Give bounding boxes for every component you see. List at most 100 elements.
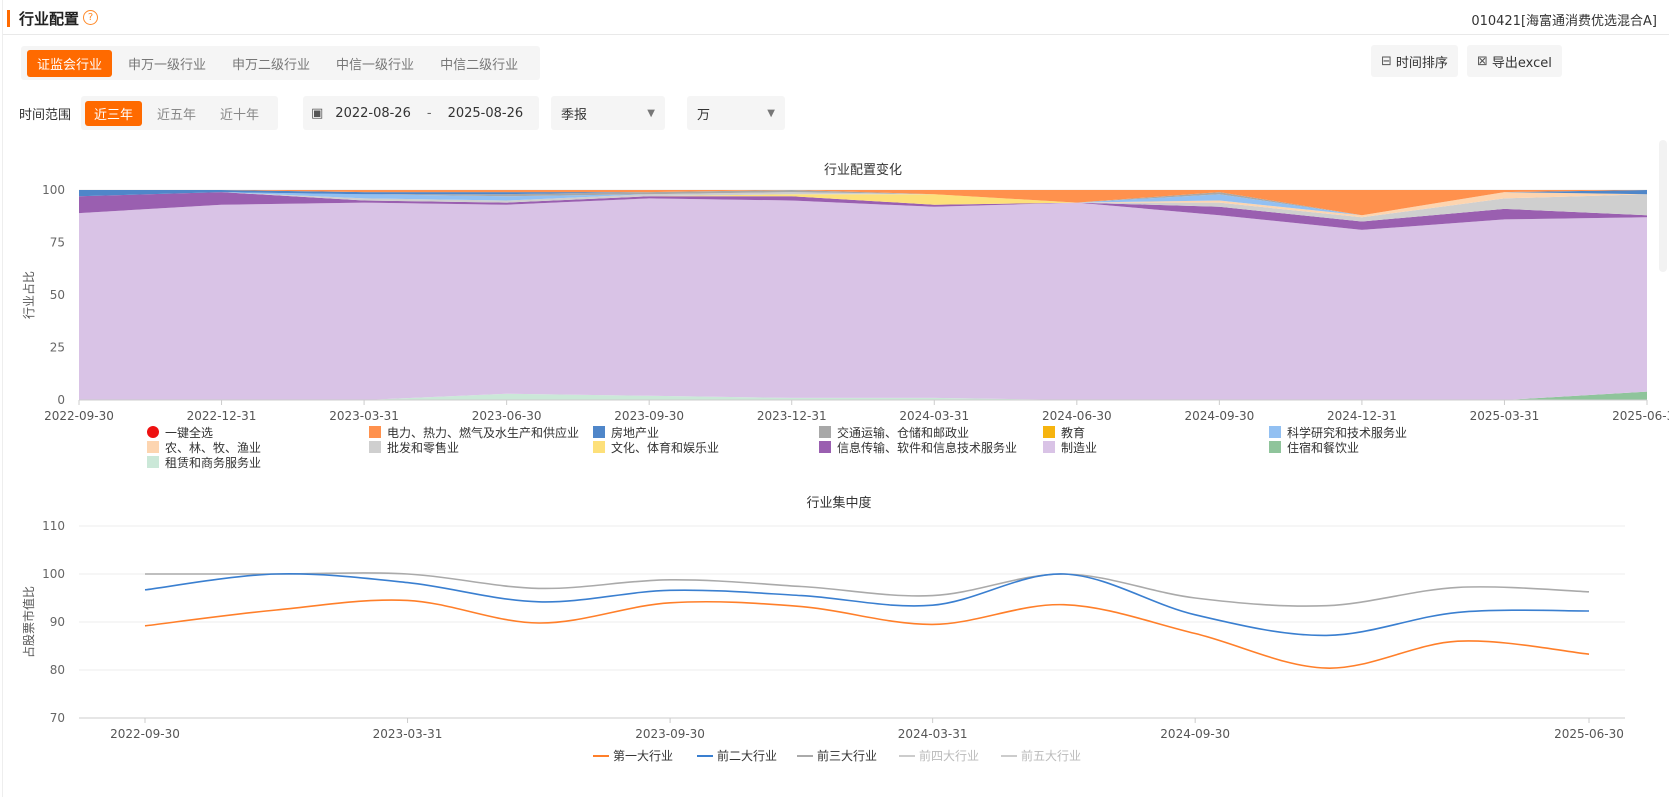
period-select[interactable]: 季报 ▼ [551, 96, 665, 130]
range-10y[interactable]: 近十年 [211, 101, 268, 126]
area-xtick-label: 2024-06-30 [1042, 409, 1112, 423]
area-xtick-label: 2023-09-30 [614, 409, 684, 423]
area-xtick-label: 2024-12-31 [1327, 409, 1397, 423]
line-xtick-label: 2025-06-30 [1554, 727, 1624, 741]
date-start[interactable]: 2022-08-26 [335, 106, 411, 121]
date-end[interactable]: 2025-08-26 [448, 106, 524, 121]
area-chart-title: 行业配置变化 [824, 162, 902, 178]
export-excel-button[interactable]: ⊠ 导出excel [1467, 45, 1562, 77]
tab-citic-level1[interactable]: 中信一级行业 [326, 50, 424, 77]
area-legend-swatch [147, 456, 159, 468]
sort-by-time-button[interactable]: ⊟ 时间排序 [1371, 45, 1458, 77]
area-ytick-label: 0 [57, 393, 65, 407]
line-xtick-label: 2024-03-31 [898, 727, 968, 741]
industry-allocation-panel: 行业配置 ? 010421[海富通消费优选混合A] 证监会行业 申万一级行业 申… [2, 0, 1669, 797]
area-legend-label: 电力、热力、燃气及水生产和供应业 [387, 425, 579, 440]
period-value: 季报 [561, 107, 588, 123]
line-ytick-label: 110 [42, 519, 65, 533]
chevron-down-icon: ▼ [647, 107, 655, 119]
industry-allocation-area-chart: 行业配置变化行业占比 0 25 50 75 100 2022-09-30 2022-12-31… [21, 162, 1669, 470]
panel-header: 行业配置 ? 010421[海富通消费优选混合A] [3, 0, 1669, 35]
header-accent-bar [7, 10, 10, 27]
industry-concentration-line-chart: 行业集中度占股票市值比 70 80 90 100 110 2022-09-30 2023-03… [21, 495, 1625, 763]
chevron-down-icon: ▼ [767, 107, 775, 119]
area-xtick-label: 2024-09-30 [1184, 409, 1254, 423]
time-range-label: 时间范围 [19, 107, 72, 123]
area-legend-label: 房地产业 [611, 425, 659, 440]
line-series-前二大行业 [144, 573, 1590, 637]
time-range-options: 近三年 近五年 近十年 [81, 96, 279, 130]
date-range-picker[interactable]: ▣ 2022-08-26 - 2025-08-26 [303, 96, 539, 130]
export-excel-label: 导出excel [1491, 55, 1552, 71]
area-ytick-label: 75 [50, 236, 65, 250]
area-legend-label: 租赁和商务服务业 [165, 455, 261, 470]
area-xtick-label: 2023-06-30 [472, 409, 542, 423]
line-xtick-label: 2022-09-30 [110, 727, 180, 741]
range-3y[interactable]: 近三年 [85, 100, 143, 126]
range-5y[interactable]: 近五年 [148, 101, 205, 126]
sort-by-time-label: 时间排序 [1395, 55, 1448, 71]
area-legend-label: 文化、体育和娱乐业 [611, 440, 719, 455]
unit-value: 万 [697, 107, 711, 123]
area-legend-swatch [819, 426, 831, 438]
area-xtick-label: 2025-06-30 [1612, 409, 1669, 423]
line-chart-ylabel: 占股票市值比 [21, 586, 36, 658]
tab-csrc-industry[interactable]: 证监会行业 [27, 49, 113, 77]
area-ytick-label: 50 [50, 288, 65, 302]
area-legend-swatch [593, 426, 605, 438]
tab-citic-level2[interactable]: 中信二级行业 [430, 50, 528, 77]
area-legend-label: 科学研究和技术服务业 [1287, 425, 1407, 440]
area-ytick-label: 100 [42, 183, 65, 197]
line-xtick-label: 2023-09-30 [635, 727, 705, 741]
area-legend-label: 教育 [1061, 425, 1085, 440]
area-legend-swatch [1043, 441, 1055, 453]
area-legend-label: 交通运输、仓储和邮政业 [837, 425, 969, 440]
area-legend-swatch [369, 441, 381, 453]
area-legend-swatch [819, 441, 831, 453]
panel-title: 行业配置 [19, 10, 80, 28]
area-chart-ylabel: 行业占比 [21, 271, 36, 319]
help-icon[interactable]: ? [83, 10, 98, 25]
line-legend-label: 前五大行业 [1021, 748, 1081, 763]
line-legend-label: 前三大行业 [817, 748, 877, 763]
line-ytick-label: 80 [50, 663, 65, 677]
tab-sw-level1[interactable]: 申万一级行业 [118, 50, 216, 77]
calendar-icon: ▣ [311, 105, 324, 121]
excel-icon: ⊠ [1477, 53, 1488, 69]
area-series-制造业 [79, 198, 1647, 400]
area-xtick-label: 2023-12-31 [757, 409, 827, 423]
time-range-filter: 时间范围 近三年 近五年 近十年 [19, 96, 279, 130]
area-legend-label: 住宿和餐饮业 [1287, 440, 1359, 455]
line-legend-label: 第一大行业 [613, 749, 673, 763]
unit-select[interactable]: 万 ▼ [687, 96, 785, 130]
line-ytick-label: 100 [42, 567, 65, 581]
area-legend-label: 农、林、牧、渔业 [165, 441, 261, 455]
sort-icon: ⊟ [1381, 53, 1392, 69]
area-xtick-label: 2022-09-30 [44, 409, 114, 423]
area-legend-swatch [369, 426, 381, 438]
fund-name: 010421[海富通消费优选混合A] [1471, 14, 1657, 29]
area-xtick-label: 2022-12-31 [187, 409, 257, 423]
line-series-第一大行业 [144, 599, 1590, 669]
scrollbar[interactable] [1659, 140, 1667, 272]
area-xtick-label: 2023-03-31 [329, 409, 399, 423]
area-legend-swatch [593, 441, 605, 453]
industry-classification-tabs: 证监会行业 申万一级行业 申万二级行业 中信一级行业 中信二级行业 [21, 46, 541, 80]
line-legend-label: 前四大行业 [919, 748, 979, 763]
line-xtick-label: 2024-09-30 [1160, 727, 1230, 741]
line-xtick-label: 2023-03-31 [373, 727, 443, 741]
area-legend-swatch [1043, 426, 1055, 438]
area-legend-swatch [147, 441, 159, 453]
area-legend-label: 一键全选 [165, 425, 213, 440]
area-ytick-label: 25 [50, 341, 65, 355]
area-legend-swatch [1269, 426, 1281, 438]
area-legend-label: 批发和零售业 [387, 440, 459, 455]
area-xtick-label: 2025-03-31 [1470, 409, 1540, 423]
line-ytick-label: 70 [50, 711, 65, 725]
area-legend-swatch [1269, 441, 1281, 453]
area-legend-label: 制造业 [1061, 441, 1097, 455]
line-legend-label: 前二大行业 [717, 748, 777, 763]
tab-sw-level2[interactable]: 申万二级行业 [222, 50, 320, 77]
area-legend-select-all-marker [147, 426, 159, 438]
line-ytick-label: 90 [50, 615, 65, 629]
